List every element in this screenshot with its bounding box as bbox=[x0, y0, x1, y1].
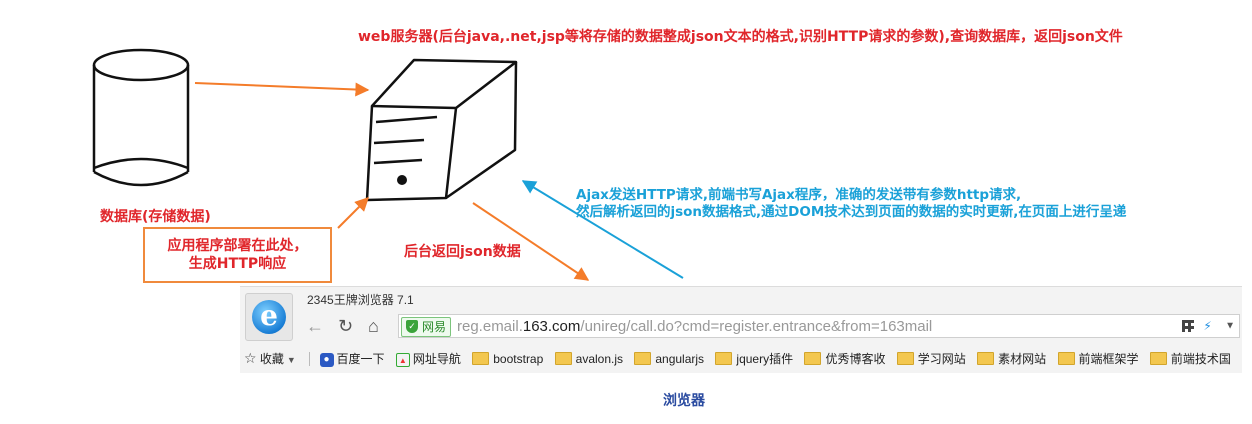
bookmarks-divider bbox=[309, 352, 311, 366]
folder-icon bbox=[804, 352, 822, 366]
bookmark-folder-study[interactable]: 学习网站 bbox=[896, 350, 966, 368]
backend-return-label: 后台返回json数据 bbox=[404, 244, 521, 260]
bookmark-label: 素材网站 bbox=[998, 352, 1047, 366]
url-domain: 163.com bbox=[522, 318, 581, 335]
browser-window: e 2345王牌浏览器 7.1 ← ↻ ⌂ ✓ 网易 reg.email.163… bbox=[240, 286, 1242, 373]
bookmark-folder-assets[interactable]: 素材网站 bbox=[977, 350, 1046, 368]
folder-icon bbox=[896, 352, 914, 366]
bookmark-folder-jquery[interactable]: jquery插件 bbox=[715, 350, 793, 368]
bookmark-folder-frameworks[interactable]: 前端框架学 bbox=[1057, 350, 1139, 368]
qr-code-icon[interactable] bbox=[1181, 319, 1194, 332]
bookmark-label: 优秀博客收 bbox=[825, 352, 886, 366]
folder-icon bbox=[472, 352, 490, 366]
deploy-callout: 应用程序部署在此处， 生成HTTP响应 bbox=[143, 227, 332, 283]
folder-icon bbox=[634, 352, 652, 366]
bookmark-favorites[interactable]: ☆ 收藏 ▼ bbox=[244, 349, 296, 369]
url-text[interactable]: reg.email.163.com/unireg/call.do?cmd=reg… bbox=[457, 317, 932, 336]
bookmark-label: 前端框架学 bbox=[1078, 352, 1139, 366]
deploy-callout-line1: 应用程序部署在此处， bbox=[167, 238, 308, 254]
bookmark-label: jquery插件 bbox=[736, 352, 794, 366]
bookmarks-bar: ☆ 收藏 ▼ ● 百度一下 ▲ 网址导航 bootstrap avalon.js an… bbox=[244, 349, 1239, 367]
ajax-description-line2: 然后解析返回的json数据格式,通过DOM技术达到页面的数据的实时更新,在页面上… bbox=[576, 204, 1127, 220]
bookmark-folder-blogs[interactable]: 优秀博客收 bbox=[804, 350, 885, 368]
refresh-icon[interactable]: ↻ bbox=[338, 317, 353, 335]
ajax-description-line1: Ajax发送HTTP请求,前端书写Ajax程序，准确的发送带有参数http请求, bbox=[576, 187, 1022, 203]
arrow-db-to-server bbox=[194, 82, 370, 97]
folder-icon bbox=[1149, 352, 1167, 366]
caret-down-icon: ▼ bbox=[286, 355, 296, 365]
back-arrow-icon[interactable]: ← bbox=[306, 317, 324, 335]
browser-caption: 浏览器 bbox=[663, 393, 705, 409]
secure-site-badge[interactable]: ✓ 网易 bbox=[401, 317, 452, 337]
secure-site-label: 网易 bbox=[422, 320, 447, 334]
bookmark-folder-angularjs[interactable]: angularjs bbox=[634, 350, 704, 368]
bookmark-label: 百度一下 bbox=[336, 352, 385, 366]
folder-icon bbox=[715, 352, 733, 366]
folder-icon bbox=[977, 352, 995, 366]
url-prefix: reg.email. bbox=[457, 318, 523, 335]
lightning-icon[interactable]: ⚡︎ bbox=[1203, 319, 1211, 333]
deploy-callout-line2: 生成HTTP响应 bbox=[188, 256, 287, 272]
server-description: web服务器(后台java,.net,jsp等将存储的数据整成json文本的格式… bbox=[358, 29, 1123, 45]
bookmark-label: 收藏 bbox=[259, 352, 284, 366]
bookmark-label: bootstrap bbox=[493, 352, 544, 366]
home-icon[interactable]: ⌂ bbox=[368, 317, 379, 335]
baidu-paw-icon: ● bbox=[319, 352, 334, 367]
bookmark-label: avalon.js bbox=[575, 352, 624, 366]
browser-logo-icon: e bbox=[252, 300, 286, 334]
database-label: 数据库(存储数据) bbox=[100, 209, 211, 225]
bookmark-label: 网址导航 bbox=[412, 352, 461, 366]
shield-check-icon: ✓ bbox=[406, 320, 418, 333]
bookmark-label: 前端技术国 bbox=[1170, 352, 1231, 366]
server-tower-icon bbox=[365, 58, 518, 202]
url-path: /unireg/call.do?cmd=register.entrance&fr… bbox=[580, 318, 933, 335]
folder-icon bbox=[1057, 352, 1075, 366]
browser-logo: e bbox=[245, 293, 293, 341]
bookmark-baidu[interactable]: ● 百度一下 bbox=[319, 350, 385, 368]
nav-site-icon: ▲ bbox=[395, 352, 410, 367]
server-power-dot bbox=[397, 175, 407, 185]
database-cylinder-icon bbox=[92, 48, 190, 187]
bookmark-folder-frontend-tech[interactable]: 前端技术国 bbox=[1149, 350, 1231, 368]
browser-title: 2345王牌浏览器 7.1 bbox=[307, 293, 414, 307]
bookmark-folder-bootstrap[interactable]: bootstrap bbox=[472, 350, 543, 368]
star-icon: ☆ bbox=[244, 350, 257, 366]
address-bar[interactable]: ✓ 网易 reg.email.163.com/unireg/call.do?cm… bbox=[398, 314, 1240, 338]
bookmark-folder-avalon[interactable]: avalon.js bbox=[554, 350, 624, 368]
dropdown-triangle-icon[interactable]: ▼ bbox=[1225, 320, 1235, 331]
bookmark-nav[interactable]: ▲ 网址导航 bbox=[395, 350, 461, 368]
arrow-callout-to-server bbox=[337, 197, 369, 229]
folder-icon bbox=[554, 352, 572, 366]
bookmark-label: angularjs bbox=[655, 352, 705, 366]
bookmark-label: 学习网站 bbox=[917, 352, 966, 366]
